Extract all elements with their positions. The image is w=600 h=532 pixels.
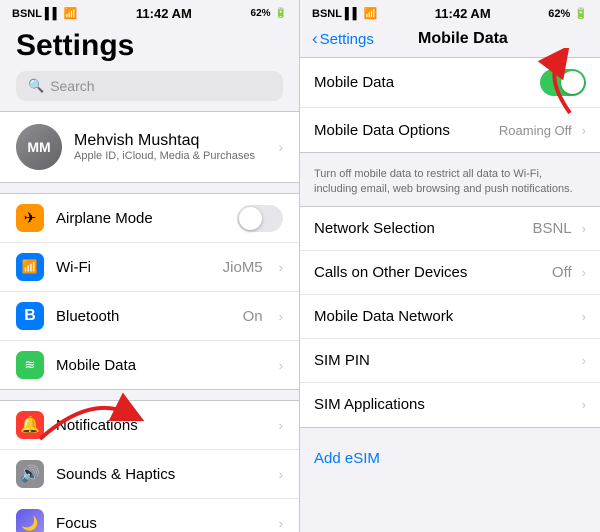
sounds-chevron-icon: › xyxy=(279,467,283,482)
wifi-chevron-icon: › xyxy=(279,260,283,275)
focus-label: Focus xyxy=(56,515,263,532)
sim-applications-row[interactable]: SIM Applications › xyxy=(300,383,600,427)
mobile-data-options-chevron-icon: › xyxy=(582,123,586,138)
airplane-mode-label: Airplane Mode xyxy=(56,210,225,227)
bluetooth-label: Bluetooth xyxy=(56,308,231,325)
back-button[interactable]: ‹ Settings xyxy=(312,29,374,49)
bluetooth-chevron-icon: › xyxy=(279,309,283,324)
left-battery: 62% 🔋 xyxy=(251,8,287,19)
profile-subtitle: Apple ID, iCloud, Media & Purchases xyxy=(74,150,255,162)
wifi-label: Wi-Fi xyxy=(56,259,211,276)
wifi-row[interactable]: 📶 Wi-Fi JioM5 › xyxy=(0,243,299,292)
mobile-data-network-chevron-icon: › xyxy=(582,309,586,324)
mobile-data-section: Mobile Data Mobile Data Options Roaming … xyxy=(300,57,600,153)
search-bar[interactable]: 🔍 Search xyxy=(16,71,283,101)
left-time: 11:42 AM xyxy=(136,6,192,21)
network-section: Network Selection BSNL › Calls on Other … xyxy=(300,206,600,428)
sim-pin-row[interactable]: SIM PIN › xyxy=(300,339,600,383)
signal-icon: ▌▌ xyxy=(45,8,61,20)
right-status-bar: BSNL ▌▌ 📶 11:42 AM 62% 🔋 xyxy=(300,0,600,25)
right-header: ‹ Settings Mobile Data xyxy=(300,25,600,57)
avatar: MM xyxy=(16,124,62,170)
right-time: 11:42 AM xyxy=(435,6,491,21)
wifi-settings-icon: 📶 xyxy=(16,253,44,281)
calls-other-devices-chevron-icon: › xyxy=(582,265,586,280)
wifi-icon: 📶 xyxy=(63,8,77,20)
profile-name: Mehvish Mushtaq xyxy=(74,132,255,150)
focus-row[interactable]: 🌙 Focus › xyxy=(0,499,299,532)
right-panel: BSNL ▌▌ 📶 11:42 AM 62% 🔋 ‹ Settings Mobi… xyxy=(300,0,600,532)
profile-text: Mehvish Mushtaq Apple ID, iCloud, Media … xyxy=(74,132,255,162)
mobile-data-toggle-label: Mobile Data xyxy=(314,74,534,91)
bluetooth-row[interactable]: B Bluetooth On › xyxy=(0,292,299,341)
right-carrier-text: BSNL xyxy=(312,8,342,20)
mobile-data-info: Turn off mobile data to restrict all dat… xyxy=(300,161,600,206)
focus-chevron-icon: › xyxy=(279,516,283,531)
profile-row[interactable]: MM Mehvish Mushtaq Apple ID, iCloud, Med… xyxy=(0,111,299,183)
mobile-data-options-label: Mobile Data Options xyxy=(314,122,493,139)
network-selection-row[interactable]: Network Selection BSNL › xyxy=(300,207,600,251)
right-battery-icon: 🔋 xyxy=(574,7,588,20)
mobile-data-toggle-switch[interactable] xyxy=(540,69,586,96)
calls-other-devices-row[interactable]: Calls on Other Devices Off › xyxy=(300,251,600,295)
airplane-icon: ✈ xyxy=(16,204,44,232)
bluetooth-value: On xyxy=(243,308,263,325)
right-page-title: Mobile Data xyxy=(418,30,508,48)
sim-applications-label: SIM Applications xyxy=(314,396,572,413)
carrier-text: BSNL xyxy=(12,8,42,20)
add-esim-button[interactable]: Add eSIM xyxy=(300,436,600,481)
network-selection-chevron-icon: › xyxy=(582,221,586,236)
notifications-icon: 🔔 xyxy=(16,411,44,439)
battery-icon: 🔋 xyxy=(275,8,287,19)
network-selection-value: BSNL xyxy=(532,220,571,237)
mobile-data-row[interactable]: ≋ Mobile Data › xyxy=(0,341,299,389)
right-wifi-icon: 📶 xyxy=(363,8,377,20)
search-placeholder: Search xyxy=(50,78,94,94)
bluetooth-icon: B xyxy=(16,302,44,330)
sounds-row[interactable]: 🔊 Sounds & Haptics › xyxy=(0,450,299,499)
calls-other-devices-label: Calls on Other Devices xyxy=(314,264,546,281)
profile-chevron-icon: › xyxy=(278,139,283,155)
sim-applications-chevron-icon: › xyxy=(582,397,586,412)
sim-pin-label: SIM PIN xyxy=(314,352,572,369)
sim-pin-chevron-icon: › xyxy=(582,353,586,368)
mobile-data-options-row[interactable]: Mobile Data Options Roaming Off › xyxy=(300,108,600,152)
notifications-chevron-icon: › xyxy=(279,418,283,433)
left-status-bar: BSNL ▌▌ 📶 11:42 AM 62% 🔋 xyxy=(0,0,299,25)
wifi-value: JioM5 xyxy=(223,259,263,276)
focus-icon: 🌙 xyxy=(16,509,44,532)
calls-other-devices-value: Off xyxy=(552,264,572,281)
notifications-row[interactable]: 🔔 Notifications › xyxy=(0,401,299,450)
mobile-data-network-row[interactable]: Mobile Data Network › xyxy=(300,295,600,339)
notifications-label: Notifications xyxy=(56,417,263,434)
mobile-data-network-label: Mobile Data Network xyxy=(314,308,572,325)
left-panel: BSNL ▌▌ 📶 11:42 AM 62% 🔋 Settings 🔍 Sear… xyxy=(0,0,300,532)
mobile-data-chevron-icon: › xyxy=(279,358,283,373)
settings-group-1: ✈ Airplane Mode 📶 Wi-Fi JioM5 › B Blueto… xyxy=(0,193,299,390)
back-chevron-icon: ‹ xyxy=(312,29,318,49)
right-carrier: BSNL ▌▌ 📶 xyxy=(312,7,377,20)
mobile-data-icon: ≋ xyxy=(16,351,44,379)
sounds-icon: 🔊 xyxy=(16,460,44,488)
network-selection-label: Network Selection xyxy=(314,220,526,237)
airplane-mode-toggle[interactable] xyxy=(237,205,283,232)
airplane-mode-row[interactable]: ✈ Airplane Mode xyxy=(0,194,299,243)
right-battery: 62% 🔋 xyxy=(548,7,588,20)
settings-title: Settings xyxy=(0,25,299,71)
search-icon: 🔍 xyxy=(28,78,44,94)
settings-group-2: 🔔 Notifications › 🔊 Sounds & Haptics › 🌙… xyxy=(0,400,299,532)
mobile-data-label: Mobile Data xyxy=(56,357,263,374)
mobile-data-options-value: Roaming Off xyxy=(499,123,572,138)
right-signal-icon: ▌▌ xyxy=(345,8,361,20)
left-carrier: BSNL ▌▌ 📶 xyxy=(12,7,77,20)
sounds-label: Sounds & Haptics xyxy=(56,466,263,483)
mobile-data-toggle-row[interactable]: Mobile Data xyxy=(300,58,600,108)
back-label: Settings xyxy=(320,31,374,48)
